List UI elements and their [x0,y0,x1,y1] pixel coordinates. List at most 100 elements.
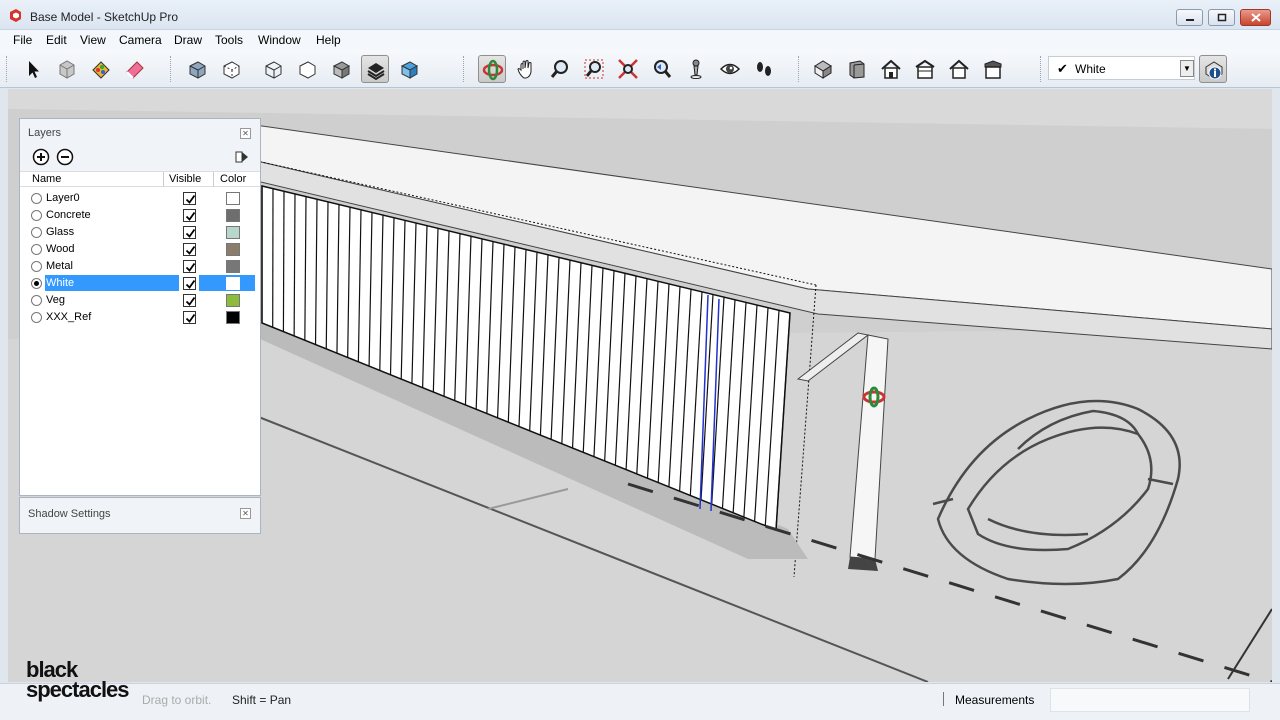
visible-checkbox[interactable] [183,277,196,290]
column-visible-header[interactable]: Visible [169,173,201,185]
visible-checkbox[interactable] [183,294,196,307]
layer-name[interactable]: White [46,277,74,289]
layer-name[interactable]: Veg [46,294,65,306]
menu-camera[interactable]: Camera [119,33,162,47]
add-layer-icon[interactable] [32,148,50,166]
dropdown-arrow-icon[interactable]: ▼ [1180,60,1194,77]
layer-name[interactable]: XXX_Ref [46,311,91,323]
active-layer-radio[interactable] [31,210,42,221]
toolbar-grip[interactable] [1040,56,1043,82]
layer-color-swatch[interactable] [226,192,240,205]
iso-view-button[interactable] [809,55,837,83]
eraser-tool-button[interactable] [121,55,149,83]
active-layer-radio[interactable] [31,244,42,255]
toolbar-grip[interactable] [463,56,466,82]
toolbar-grip[interactable] [6,56,9,82]
menu-view[interactable]: View [80,33,106,47]
visible-checkbox[interactable] [183,311,196,324]
top-view-button[interactable] [843,55,871,83]
menu-window[interactable]: Window [258,33,301,47]
minimize-button[interactable] [1176,9,1203,26]
column-color-header[interactable]: Color [220,173,246,185]
menu-file[interactable]: File [13,33,32,47]
column-divider[interactable] [163,172,164,187]
zoom-tool-button[interactable] [546,55,574,83]
visible-checkbox[interactable] [183,226,196,239]
iso-view-icon [814,60,832,79]
column-name-header[interactable]: Name [32,173,61,185]
layer-row[interactable]: Layer0 [28,190,260,207]
component-tool-button[interactable] [53,55,81,83]
toolbar-grip[interactable] [170,56,173,82]
shaded-textures-button[interactable] [361,55,389,83]
zoom-window-tool-button[interactable] [580,55,608,83]
active-layer-radio[interactable] [31,193,42,204]
visible-checkbox[interactable] [183,192,196,205]
active-layer-radio[interactable] [31,227,42,238]
layer-name[interactable]: Glass [46,226,74,238]
measurements-input[interactable] [1050,688,1250,712]
back-view-button[interactable] [945,55,973,83]
close-icon[interactable]: ✕ [240,508,251,519]
visible-checkbox[interactable] [183,209,196,222]
shadow-settings-panel[interactable]: Shadow Settings ✕ [19,497,261,534]
monochrome-button[interactable] [395,55,423,83]
hidden-line-button[interactable] [293,55,321,83]
previous-view-button[interactable] [648,55,676,83]
column-divider[interactable] [213,172,214,187]
wireframe-button[interactable] [259,55,287,83]
menu-edit[interactable]: Edit [46,33,67,47]
paint-bucket-tool-button[interactable] [87,55,115,83]
layer-row[interactable]: Metal [28,258,260,275]
visible-checkbox[interactable] [183,243,196,256]
menu-tools[interactable]: Tools [215,33,243,47]
style-dropdown[interactable]: ✔ White ▼ [1048,56,1195,80]
layer-color-swatch[interactable] [226,260,240,273]
walk-button[interactable] [750,55,778,83]
layer-color-swatch[interactable] [226,277,240,290]
active-layer-radio[interactable] [31,261,42,272]
layer-name[interactable]: Metal [46,260,73,272]
close-icon[interactable]: ✕ [240,128,251,139]
close-button[interactable] [1240,9,1271,26]
select-tool-button[interactable] [19,55,47,83]
look-around-button[interactable] [716,55,744,83]
layer-name[interactable]: Wood [46,243,75,255]
maximize-button[interactable] [1208,9,1235,26]
shaded-button[interactable] [327,55,355,83]
visible-checkbox[interactable] [183,260,196,273]
layer-row[interactable]: Wood [28,241,260,258]
front-view-button[interactable] [877,55,905,83]
layer-color-swatch[interactable] [226,243,240,256]
layer-color-swatch[interactable] [226,311,240,324]
xray-button[interactable] [183,55,211,83]
toolbar-grip[interactable] [798,56,801,82]
details-arrow-icon[interactable] [234,149,250,165]
pan-tool-button[interactable] [512,55,540,83]
left-view-button[interactable] [979,55,1007,83]
layers-panel-header[interactable]: Layers ✕ [20,119,260,145]
orbit-tool-button[interactable] [478,55,506,83]
layer-color-swatch[interactable] [226,226,240,239]
layer-row[interactable]: Glass [28,224,260,241]
style-info-button[interactable] [1199,55,1227,83]
delete-layer-icon[interactable] [56,148,74,166]
layer-color-swatch[interactable] [226,209,240,222]
active-layer-radio[interactable] [31,295,42,306]
layer-row[interactable]: XXX_Ref [28,309,260,326]
layer-row[interactable]: White [28,275,260,292]
layer-row[interactable]: Veg [28,292,260,309]
position-camera-button[interactable] [682,55,710,83]
layer-color-swatch[interactable] [226,294,240,307]
layer-row[interactable]: Concrete [28,207,260,224]
menu-help[interactable]: Help [316,33,341,47]
active-layer-radio[interactable] [31,312,42,323]
back-edges-button[interactable] [217,55,245,83]
zoom-extents-tool-button[interactable] [614,55,642,83]
menu-draw[interactable]: Draw [174,33,202,47]
active-layer-radio[interactable] [31,278,42,289]
layer-name[interactable]: Layer0 [46,192,80,204]
pan-icon [517,60,532,79]
layer-name[interactable]: Concrete [46,209,91,221]
right-view-button[interactable] [911,55,939,83]
